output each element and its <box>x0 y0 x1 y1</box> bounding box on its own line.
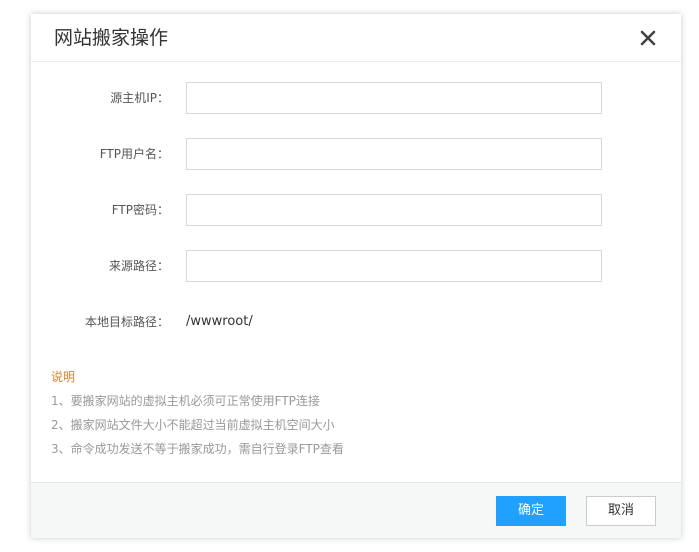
form-row-local-path: 本地目标路径： /wwwroot/ <box>31 306 681 338</box>
close-icon <box>640 30 656 46</box>
notes-title: 说明 <box>51 370 76 384</box>
close-button[interactable] <box>639 29 657 47</box>
form-row-ftp-user: FTP用户名： <box>31 138 681 170</box>
confirm-button[interactable]: 确定 <box>496 496 566 526</box>
ftp-password-label: FTP密码： <box>111 203 169 217</box>
dialog-title: 网站搬家操作 <box>54 27 169 49</box>
site-migration-dialog: 网站搬家操作 源主机IP： FTP用户名： FTP密码： 来源路径： 本地目标路… <box>31 14 681 538</box>
form-row-host-ip: 源主机IP： <box>31 82 681 114</box>
cancel-button[interactable]: 取消 <box>586 496 656 526</box>
host-ip-label: 源主机IP： <box>110 91 169 105</box>
note-item: 3、命令成功发送不等于搬家成功，需自行登录FTP查看 <box>51 442 344 456</box>
form-row-source-path: 来源路径： <box>31 250 681 282</box>
ftp-user-input[interactable] <box>186 138 602 170</box>
ftp-user-label: FTP用户名： <box>99 147 169 161</box>
host-ip-input[interactable] <box>186 82 602 114</box>
form-row-ftp-password: FTP密码： <box>31 194 681 226</box>
local-path-value: /wwwroot/ <box>186 314 253 329</box>
source-path-label: 来源路径： <box>108 259 169 273</box>
ftp-password-input[interactable] <box>186 194 602 226</box>
local-path-label: 本地目标路径： <box>84 315 169 329</box>
note-item: 1、要搬家网站的虚拟主机必须可正常使用FTP连接 <box>51 394 320 408</box>
dialog-footer: 确定 取消 <box>31 482 681 538</box>
notes-section: 说明 1、要搬家网站的虚拟主机必须可正常使用FTP连接 2、搬家网站文件大小不能… <box>51 365 344 461</box>
note-item: 2、搬家网站文件大小不能超过当前虚拟主机空间大小 <box>51 418 335 432</box>
dialog-header: 网站搬家操作 <box>31 14 681 62</box>
source-path-input[interactable] <box>186 250 602 282</box>
